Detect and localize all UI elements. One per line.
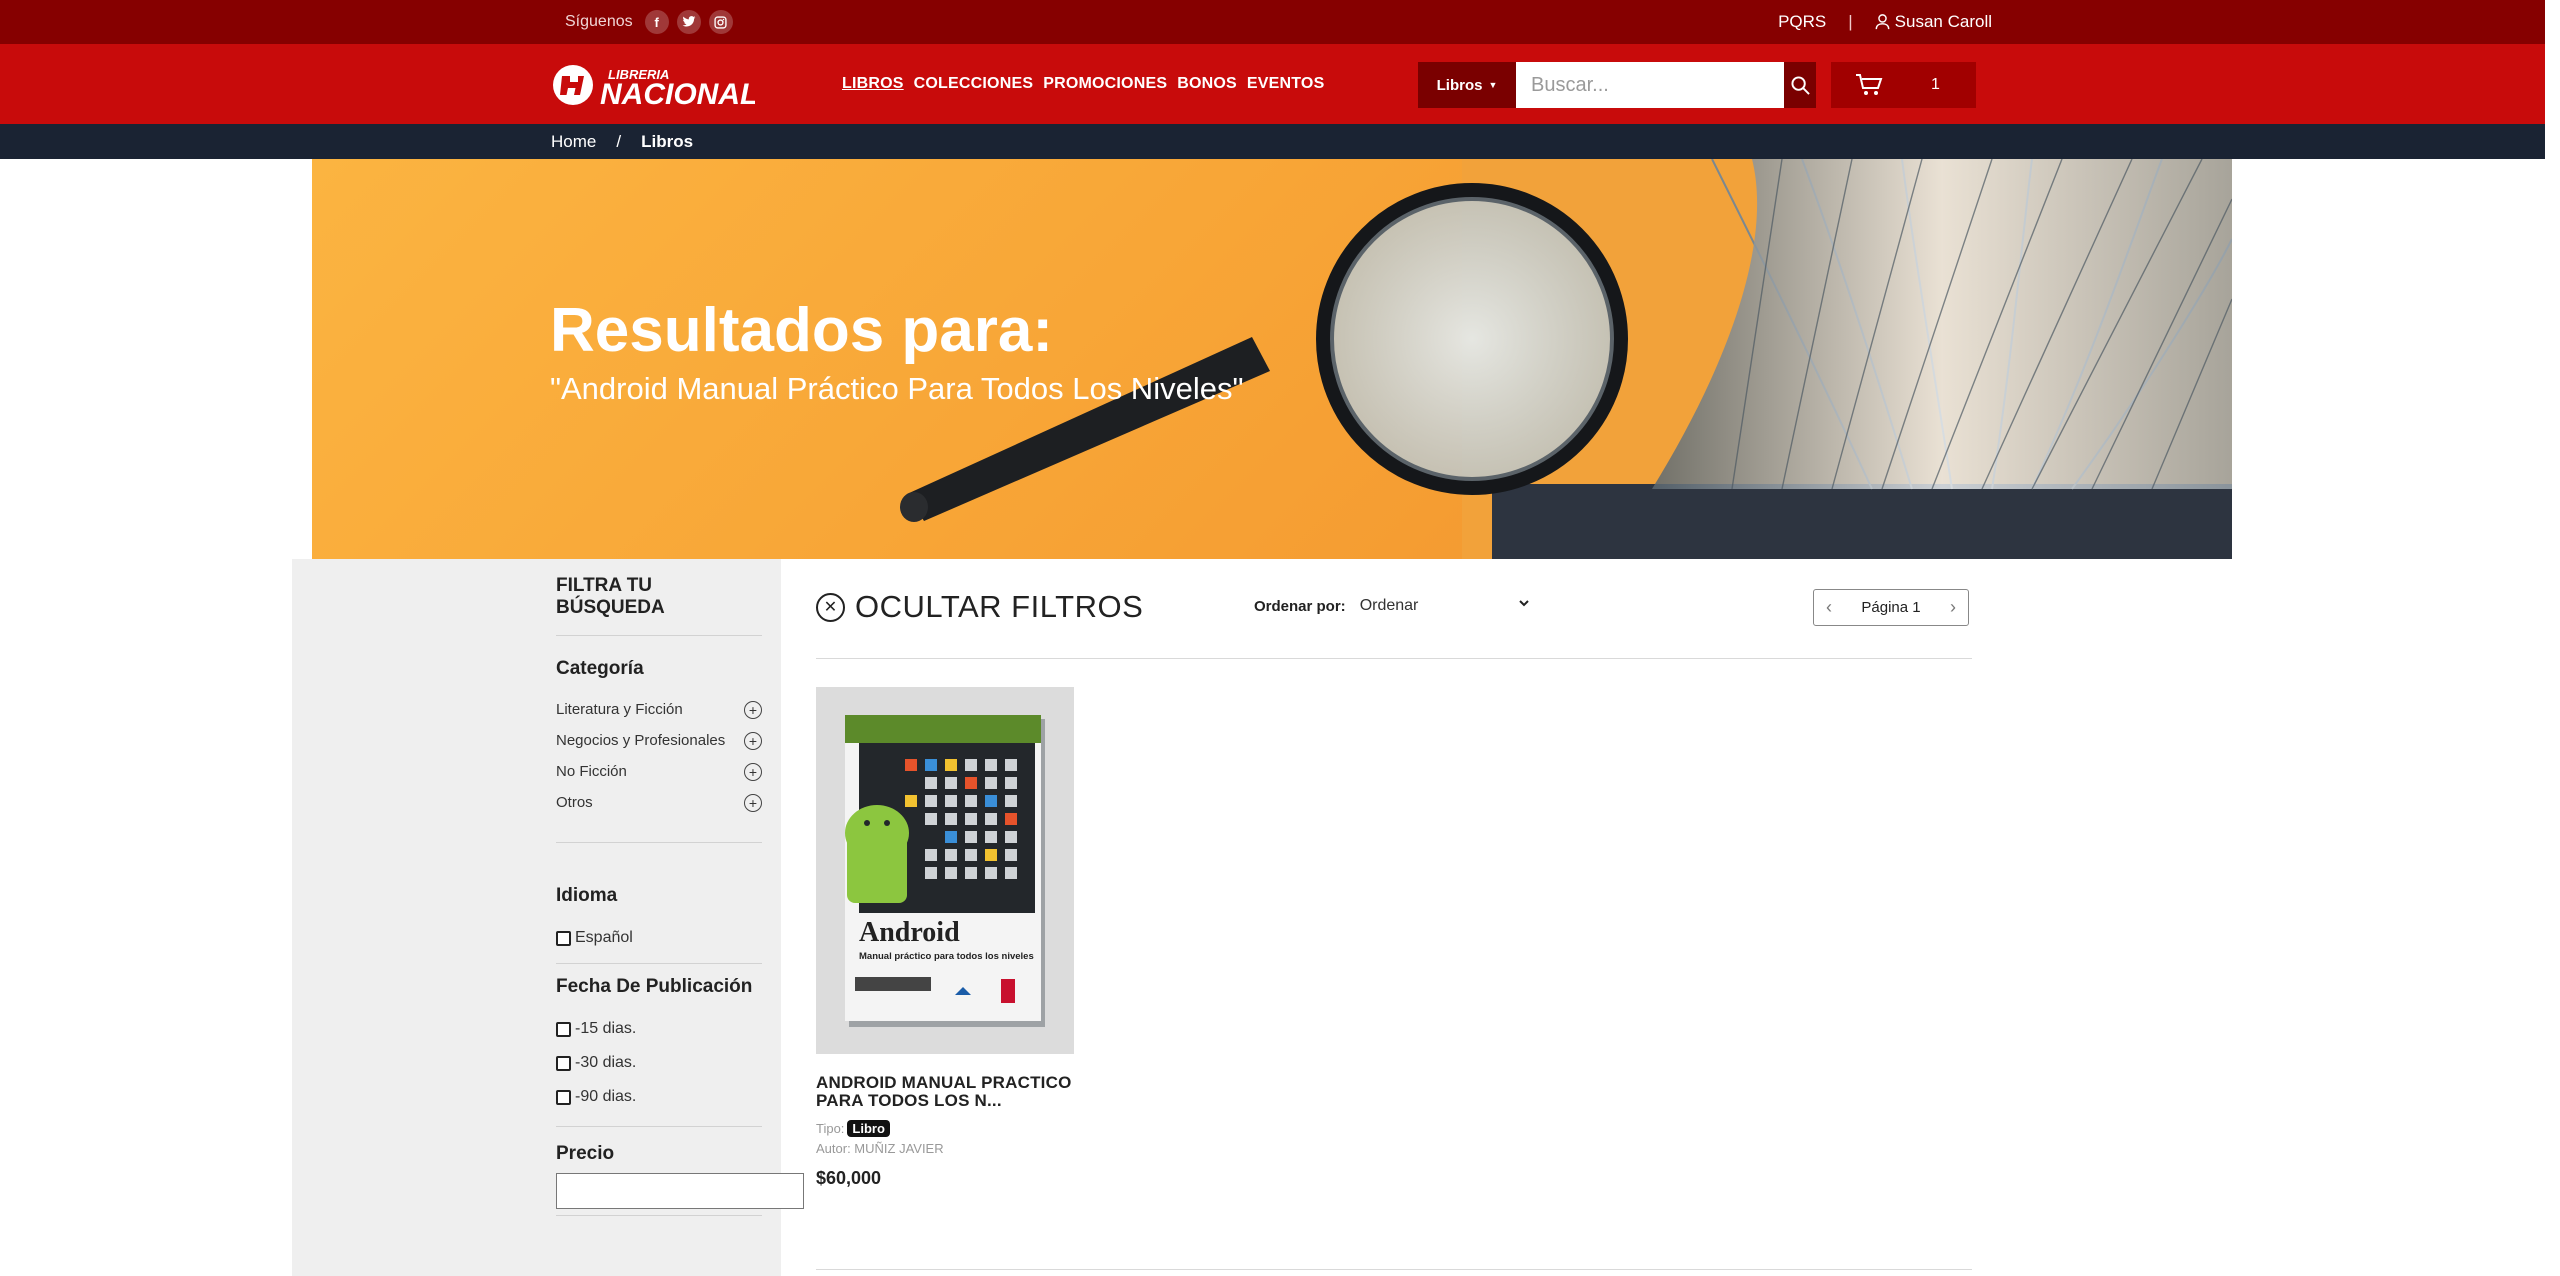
nav-eventos[interactable]: EVENTOS: [1247, 75, 1325, 93]
banner-query: "Android Manual Práctico Para Todos Los …: [550, 371, 1244, 406]
checkbox[interactable]: [556, 930, 571, 946]
product-card[interactable]: Android Manual práctico para todos los n…: [816, 687, 1076, 1189]
filter-title: FILTRA TU BÚSQUEDA: [556, 575, 762, 636]
nav-promociones[interactable]: PROMOCIONES: [1043, 75, 1167, 93]
date-option[interactable]: -30 dias.: [556, 1046, 762, 1080]
search-button[interactable]: [1784, 62, 1816, 108]
hide-filters-label: OCULTAR FILTROS: [855, 589, 1144, 624]
user-name: Susan Caroll: [1894, 12, 1992, 31]
results-divider: [816, 658, 1972, 659]
category-heading: Categoría: [556, 658, 644, 679]
product-image[interactable]: Android Manual práctico para todos los n…: [816, 687, 1074, 1054]
breadcrumb: Home / Libros: [551, 124, 693, 159]
book-cover-image: Android Manual práctico para todos los n…: [845, 714, 1045, 1027]
filter-divider: [556, 842, 762, 843]
prev-page-icon[interactable]: ‹: [1826, 597, 1832, 618]
results-banner: Resultados para: "Android Manual Práctic…: [312, 159, 2232, 559]
breadcrumb-current: Libros: [641, 131, 694, 151]
category-item[interactable]: Otros +: [556, 787, 762, 818]
facebook-icon[interactable]: f: [644, 10, 669, 34]
caret-down-icon: ▼: [1488, 80, 1498, 90]
filter-divider: [556, 963, 762, 964]
twitter-icon[interactable]: [676, 10, 701, 34]
product-author: Autor: MUÑIZ JAVIER: [816, 1141, 944, 1156]
site-logo[interactable]: LIBRERIA NACIONAL: [550, 62, 758, 111]
price-input[interactable]: [556, 1173, 804, 1209]
filter-panel: FILTRA TU BÚSQUEDA Categoría Literatura …: [556, 559, 804, 1216]
search-icon: [1790, 75, 1810, 95]
category-item[interactable]: Literatura y Ficción +: [556, 694, 762, 725]
sort-control: Ordenar por: Ordenar: [1254, 597, 1530, 615]
language-heading: Idioma: [556, 885, 618, 906]
plus-circle-icon[interactable]: +: [744, 700, 762, 719]
category-label: Otros: [556, 794, 593, 811]
breadcrumb-home[interactable]: Home: [551, 132, 596, 152]
search-input[interactable]: [1516, 62, 1784, 108]
date-heading: Fecha De Publicación: [556, 976, 753, 997]
category-item[interactable]: No Ficción +: [556, 756, 762, 787]
search-category-select[interactable]: Libros ▼: [1418, 62, 1516, 108]
category-label: No Ficción: [556, 763, 627, 780]
chevron-down-icon: [1518, 600, 1529, 607]
social-follow: Síguenos f: [565, 0, 733, 44]
instagram-icon[interactable]: [708, 10, 733, 34]
category-label: Literatura y Ficción: [556, 701, 683, 718]
product-price: $60,000: [816, 1168, 882, 1188]
category-label: Negocios y Profesionales: [556, 732, 726, 749]
date-label: -90 dias.: [575, 1088, 637, 1105]
product-title[interactable]: ANDROID MANUAL PRACTICO PARA TODOS LOS N…: [816, 1074, 1076, 1110]
close-circle-icon: ✕: [816, 592, 845, 622]
sort-label: Ordenar por:: [1254, 597, 1346, 615]
product-type-badge: Libro: [847, 1120, 890, 1137]
nav-colecciones[interactable]: COLECCIONES: [914, 75, 1034, 93]
category-item[interactable]: Negocios y Profesionales +: [556, 725, 762, 756]
top-separator: |: [1848, 12, 1853, 31]
date-option[interactable]: -15 dias.: [556, 1012, 762, 1046]
main-nav: LIBROS COLECCIONES PROMOCIONES BONOS EVE…: [842, 44, 1324, 124]
checkbox[interactable]: [556, 1089, 571, 1105]
nav-libros[interactable]: LIBROS: [842, 75, 904, 93]
product-type: Tipo: Libro: [816, 1120, 1076, 1137]
plus-circle-icon[interactable]: +: [744, 731, 762, 750]
plus-circle-icon[interactable]: +: [744, 762, 762, 781]
search-bar: Libros ▼: [1418, 62, 1816, 108]
hide-filters-button[interactable]: ✕ OCULTAR FILTROS: [816, 589, 1143, 625]
breadcrumb-separator: /: [616, 131, 622, 151]
user-icon: [1875, 14, 1890, 30]
filter-divider: [556, 1215, 762, 1216]
banner-title: Resultados para:: [550, 296, 1054, 365]
follow-label: Síguenos: [565, 13, 633, 30]
product-type-label: Tipo:: [816, 1121, 845, 1136]
cover-title-text: Android: [859, 917, 960, 948]
logo-main-text: NACIONAL: [600, 78, 755, 108]
pagination: ‹ Página 1 ›: [1813, 589, 1969, 626]
plus-circle-icon[interactable]: +: [744, 793, 762, 812]
cart-button[interactable]: 1: [1831, 62, 1976, 108]
top-strip: Síguenos f PQRS | Susan Caroll: [0, 0, 2545, 44]
language-label: Español: [575, 929, 633, 946]
cover-subtitle-text: Manual práctico para todos los niveles: [859, 951, 1034, 962]
page-label: Página 1: [1861, 599, 1921, 616]
sort-select[interactable]: Ordenar: [1360, 597, 1530, 615]
cart-count: 1: [1931, 76, 1940, 93]
checkbox[interactable]: [556, 1055, 571, 1071]
next-page-icon[interactable]: ›: [1950, 597, 1956, 618]
top-links: PQRS | Susan Caroll: [1778, 0, 1992, 44]
checkbox[interactable]: [556, 1021, 571, 1037]
search-category-value: Libros: [1436, 76, 1483, 94]
breadcrumb-bar: Home / Libros: [0, 124, 2545, 159]
filter-divider: [556, 1126, 762, 1127]
main-header: LIBRERIA NACIONAL LIBROS COLECCIONES PRO…: [0, 44, 2545, 124]
sort-value: Ordenar: [1359, 597, 1419, 614]
language-option[interactable]: Español: [556, 921, 762, 955]
nav-bonos[interactable]: BONOS: [1177, 75, 1237, 93]
cart-icon: [1856, 74, 1883, 95]
date-label: -15 dias.: [575, 1020, 637, 1037]
date-option[interactable]: -90 dias.: [556, 1080, 762, 1114]
results-bottom-divider: [816, 1269, 1972, 1270]
date-label: -30 dias.: [575, 1054, 637, 1071]
price-heading: Precio: [556, 1143, 615, 1164]
pqrs-link[interactable]: PQRS: [1778, 12, 1826, 32]
user-account-link[interactable]: Susan Caroll: [1875, 12, 1992, 32]
